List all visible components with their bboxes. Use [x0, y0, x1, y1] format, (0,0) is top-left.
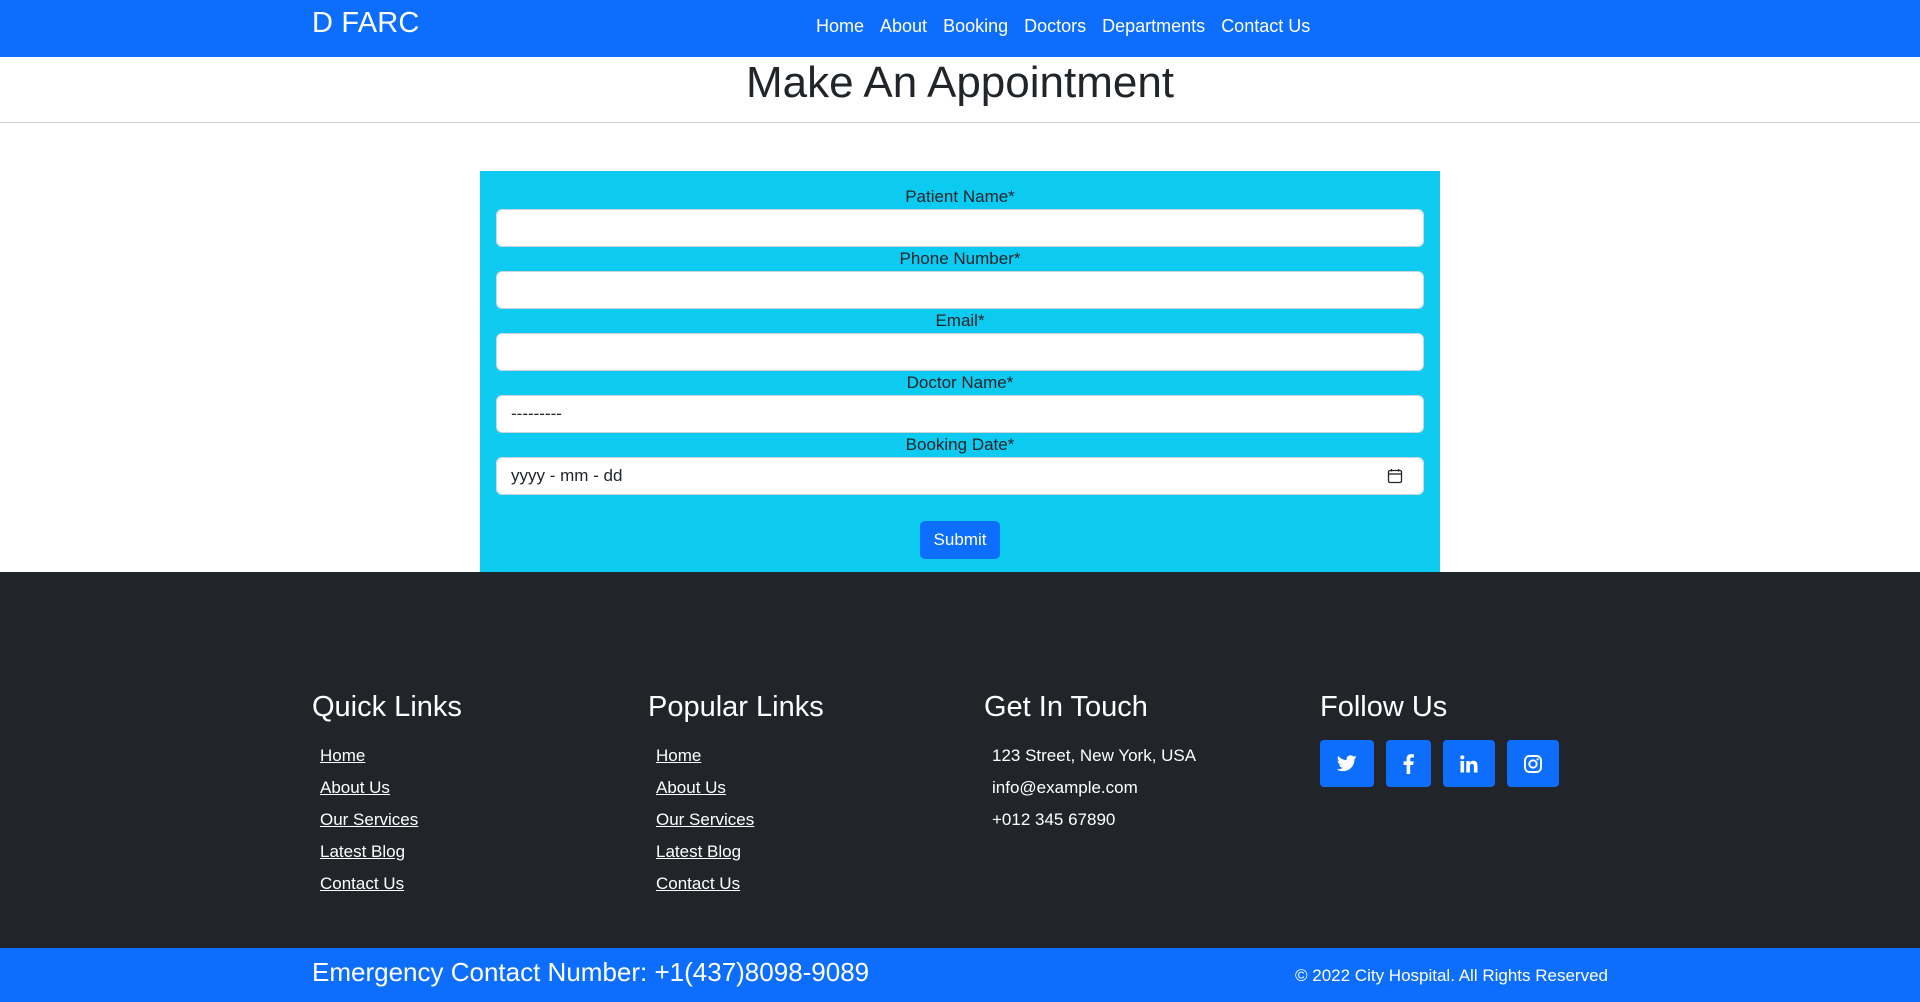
booking-date-label: Booking Date*: [905, 435, 1015, 454]
contact-info-list: 123 Street, New York, USA info@example.c…: [984, 740, 1196, 836]
phone-number-input[interactable]: [496, 271, 1424, 309]
patient-name-group: Patient Name*: [496, 187, 1424, 247]
social-buttons: [1320, 740, 1559, 787]
booking-date-input[interactable]: yyyy - mm - dd: [496, 457, 1424, 495]
quick-links-column: Quick Links Home About Us Our Services L…: [312, 690, 462, 900]
phone-number-label: Phone Number*: [899, 249, 1021, 268]
twitter-button[interactable]: [1320, 740, 1374, 787]
bottom-bar: Emergency Contact Number: +1(437)8098-90…: [0, 948, 1920, 1002]
contact-address: 123 Street, New York, USA: [992, 746, 1197, 765]
calendar-icon[interactable]: [1387, 468, 1403, 484]
popular-link-our-services[interactable]: Our Services: [656, 810, 754, 829]
page-title: Make An Appointment: [745, 58, 1175, 107]
footer: Quick Links Home About Us Our Services L…: [0, 572, 1920, 948]
popular-links-list: Home About Us Our Services Latest Blog C…: [648, 740, 824, 900]
linkedin-icon: [1460, 754, 1478, 772]
email-label: Email*: [935, 311, 985, 330]
doctor-name-group: Doctor Name* ---------: [496, 373, 1424, 433]
contact-email: info@example.com: [992, 778, 1138, 797]
nav-link-contact-us[interactable]: Contact Us: [1221, 16, 1310, 37]
instagram-icon: [1524, 754, 1542, 773]
booking-date-placeholder: yyyy - mm - dd: [511, 466, 623, 485]
phone-number-group: Phone Number*: [496, 249, 1424, 309]
navbar: D FARC Home About Booking Doctors Depart…: [0, 0, 1920, 57]
popular-links-heading: Popular Links: [648, 691, 824, 723]
copyright-text: © 2022 City Hospital. All Rights Reserve…: [1295, 966, 1608, 985]
nav-link-home[interactable]: Home: [816, 16, 864, 37]
nav-link-booking[interactable]: Booking: [943, 16, 1008, 37]
emergency-contact-text: Emergency Contact Number: +1(437)8098-90…: [312, 957, 870, 987]
submit-button[interactable]: Submit: [920, 521, 1000, 559]
page-header: Make An Appointment: [0, 57, 1920, 123]
nav-link-doctors[interactable]: Doctors: [1024, 16, 1086, 37]
nav-links: Home About Booking Doctors Departments C…: [816, 16, 1310, 37]
doctor-name-label: Doctor Name*: [906, 373, 1014, 392]
facebook-icon: [1403, 753, 1414, 774]
quick-link-contact-us[interactable]: Contact Us: [320, 874, 404, 893]
linkedin-button[interactable]: [1443, 740, 1495, 787]
nav-link-about[interactable]: About: [880, 16, 927, 37]
popular-link-contact-us[interactable]: Contact Us: [656, 874, 740, 893]
popular-links-column: Popular Links Home About Us Our Services…: [648, 690, 824, 900]
follow-us-heading: Follow Us: [1320, 691, 1448, 723]
brand-logo[interactable]: D FARC: [312, 7, 420, 40]
email-group: Email*: [496, 311, 1424, 371]
appointment-form: Patient Name* Phone Number* Email* Docto…: [480, 171, 1440, 572]
popular-link-about-us[interactable]: About Us: [656, 778, 726, 797]
quick-link-latest-blog[interactable]: Latest Blog: [320, 842, 405, 861]
quick-links-list: Home About Us Our Services Latest Blog C…: [312, 740, 462, 900]
patient-name-input[interactable]: [496, 209, 1424, 247]
email-input[interactable]: [496, 333, 1424, 371]
booking-date-group: Booking Date* yyyy - mm - dd: [496, 435, 1424, 495]
quick-links-heading: Quick Links: [312, 691, 462, 723]
instagram-button[interactable]: [1507, 740, 1559, 787]
quick-link-about-us[interactable]: About Us: [320, 778, 390, 797]
patient-name-label: Patient Name*: [905, 187, 1015, 206]
quick-link-home[interactable]: Home: [320, 746, 365, 765]
popular-link-latest-blog[interactable]: Latest Blog: [656, 842, 741, 861]
get-in-touch-column: Get In Touch 123 Street, New York, USA i…: [984, 690, 1196, 836]
contact-phone: +012 345 67890: [992, 810, 1116, 829]
doctor-name-select[interactable]: ---------: [496, 395, 1424, 433]
twitter-icon: [1337, 755, 1357, 772]
nav-link-departments[interactable]: Departments: [1102, 16, 1205, 37]
follow-us-column: Follow Us: [1320, 690, 1559, 787]
quick-link-our-services[interactable]: Our Services: [320, 810, 418, 829]
get-in-touch-heading: Get In Touch: [984, 691, 1148, 723]
facebook-button[interactable]: [1386, 740, 1431, 787]
popular-link-home[interactable]: Home: [656, 746, 701, 765]
